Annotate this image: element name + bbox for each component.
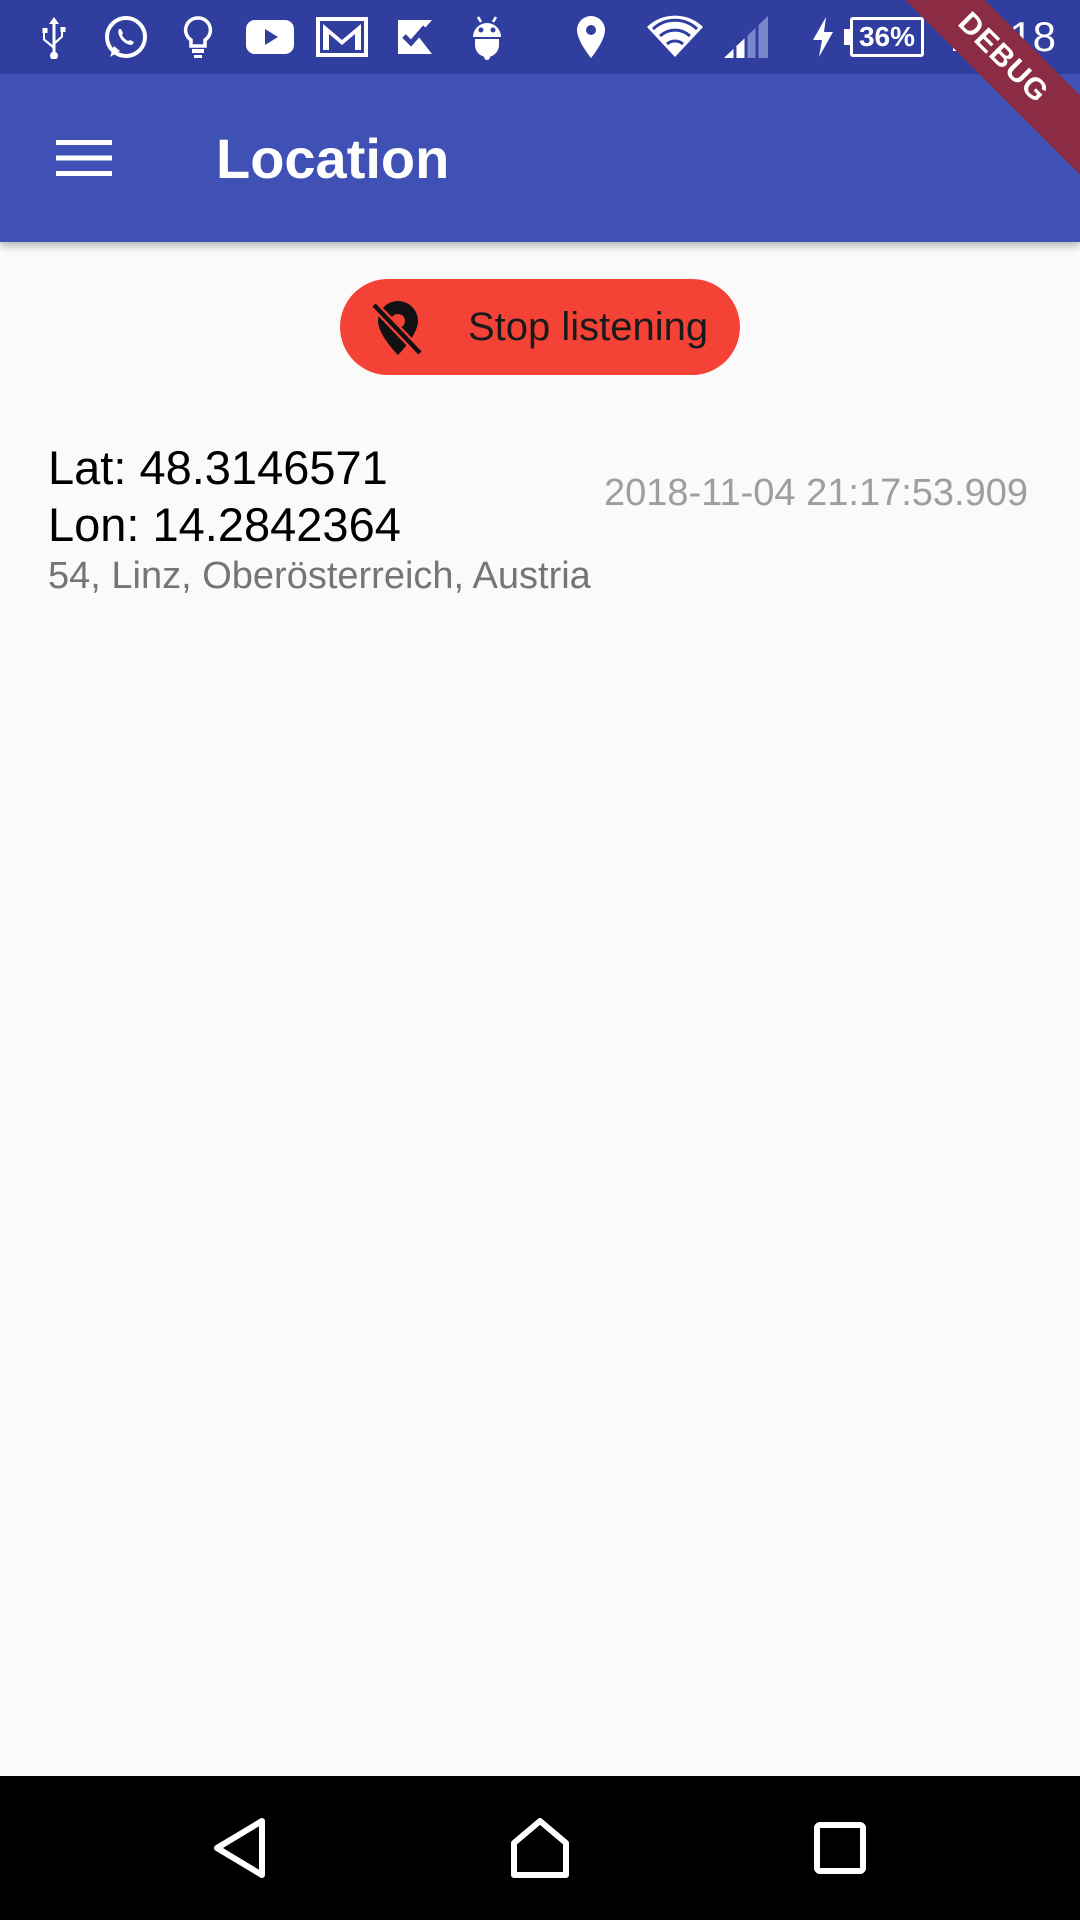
charging-icon	[808, 0, 838, 74]
lightbulb-icon	[176, 0, 220, 74]
longitude-text: Lon: 14.2842364	[48, 498, 401, 551]
address-text: 54, Linz, Oberösterreich, Austria	[48, 555, 591, 597]
wifi-icon	[644, 0, 706, 74]
stop-listening-button[interactable]: Stop listening	[340, 279, 740, 375]
screen: 36% 21:18 Location DEBUG Stop	[0, 0, 1080, 1920]
menu-icon	[56, 140, 112, 176]
latitude-text: Lat: 48.3146571	[48, 441, 388, 494]
gmail-icon	[316, 0, 368, 74]
back-icon	[214, 1818, 265, 1878]
tasks-icon	[392, 0, 438, 74]
back-button[interactable]	[168, 1776, 312, 1920]
app-bar: Location	[0, 74, 1080, 242]
navigation-bar	[0, 1776, 1080, 1920]
menu-button[interactable]	[36, 114, 132, 202]
battery-percent: 36%	[858, 21, 916, 52]
location-pin-icon	[572, 0, 610, 74]
whatsapp-icon	[100, 0, 152, 74]
youtube-icon	[244, 0, 296, 74]
page-title: Location	[216, 126, 450, 190]
android-icon	[466, 0, 508, 74]
signal-icon	[720, 0, 772, 74]
usb-icon	[34, 0, 74, 74]
recents-icon	[814, 1822, 866, 1874]
home-icon	[511, 1818, 569, 1878]
stop-listening-label: Stop listening	[468, 304, 709, 349]
battery-icon: 36%	[842, 0, 926, 74]
location-off-icon	[358, 287, 438, 367]
list-item[interactable]: Lat: 48.3146571 Lon: 14.2842364 54, Linz…	[48, 436, 1032, 606]
timestamp-text: 2018-11-04 21:17:53.909	[604, 472, 1028, 514]
recents-button[interactable]	[768, 1776, 912, 1920]
home-button[interactable]	[468, 1776, 612, 1920]
